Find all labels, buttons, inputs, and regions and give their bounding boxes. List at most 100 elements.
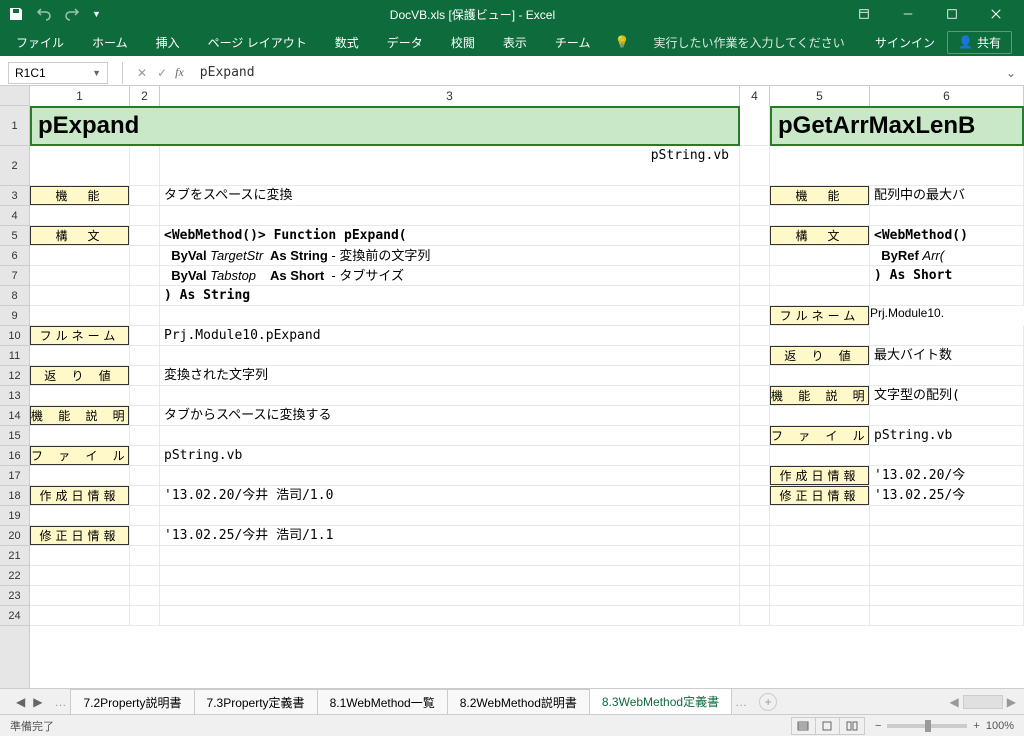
row-header[interactable]: 3 bbox=[0, 186, 29, 206]
row-header[interactable]: 9 bbox=[0, 306, 29, 326]
cell[interactable] bbox=[740, 366, 770, 386]
tab-nav-prev-icon[interactable]: ◀ bbox=[16, 695, 25, 709]
tab-more-icon[interactable]: … bbox=[50, 695, 70, 709]
share-button[interactable]: 👤共有 bbox=[947, 31, 1012, 54]
row-header[interactable]: 20 bbox=[0, 526, 29, 546]
cancel-icon[interactable]: ✕ bbox=[137, 66, 147, 80]
maximize-icon[interactable] bbox=[932, 2, 972, 26]
cell[interactable] bbox=[130, 406, 160, 426]
cell[interactable] bbox=[870, 286, 1024, 306]
sheet-tab-active[interactable]: 8.3WebMethod定義書 bbox=[589, 688, 732, 716]
cell[interactable] bbox=[870, 606, 1024, 626]
row-header[interactable]: 16 bbox=[0, 446, 29, 466]
cell[interactable] bbox=[740, 426, 770, 446]
cell[interactable] bbox=[740, 526, 770, 546]
cell[interactable] bbox=[870, 546, 1024, 566]
zoom-slider[interactable] bbox=[887, 724, 967, 728]
koubun-r1[interactable]: <WebMethod() bbox=[870, 226, 1024, 246]
kaerichi-value[interactable]: 変換された文字列 bbox=[160, 366, 740, 386]
kinou-value-r[interactable]: 配列中の最大バ bbox=[870, 186, 1024, 206]
sheet-tab[interactable]: 8.1WebMethod一覧 bbox=[317, 689, 448, 715]
cell[interactable] bbox=[870, 526, 1024, 546]
cell[interactable] bbox=[130, 486, 160, 506]
cell[interactable] bbox=[870, 566, 1024, 586]
row-header[interactable]: 12 bbox=[0, 366, 29, 386]
cell[interactable] bbox=[740, 326, 770, 346]
cell[interactable] bbox=[30, 586, 130, 606]
cell[interactable] bbox=[160, 566, 740, 586]
cell[interactable] bbox=[30, 206, 130, 226]
cell[interactable] bbox=[130, 466, 160, 486]
cell[interactable] bbox=[130, 606, 160, 626]
name-box[interactable]: R1C1 ▼ bbox=[8, 62, 108, 84]
col-header[interactable]: 1 bbox=[30, 86, 130, 106]
cell[interactable] bbox=[160, 586, 740, 606]
cell[interactable] bbox=[740, 506, 770, 526]
col-header[interactable]: 2 bbox=[130, 86, 160, 106]
enter-icon[interactable]: ✓ bbox=[157, 66, 167, 80]
cell[interactable] bbox=[770, 286, 870, 306]
cell[interactable] bbox=[30, 146, 130, 186]
row-header[interactable]: 8 bbox=[0, 286, 29, 306]
fx-icon[interactable]: fx bbox=[175, 65, 184, 80]
cell[interactable] bbox=[770, 266, 870, 286]
cell[interactable] bbox=[130, 366, 160, 386]
filename-r[interactable]: pString.vb bbox=[870, 426, 1024, 446]
cell[interactable] bbox=[770, 406, 870, 426]
setsumei-r[interactable]: 文字型の配列( bbox=[870, 386, 1024, 406]
kaerichi-r[interactable]: 最大バイト数 bbox=[870, 346, 1024, 366]
add-sheet-button[interactable]: + bbox=[759, 693, 777, 711]
horizontal-scrollbar[interactable] bbox=[963, 695, 1003, 709]
shusei-r[interactable]: '13.02.25/今 bbox=[870, 486, 1024, 506]
row-header[interactable]: 4 bbox=[0, 206, 29, 226]
cell[interactable] bbox=[740, 286, 770, 306]
cell[interactable] bbox=[130, 546, 160, 566]
cell[interactable] bbox=[870, 206, 1024, 226]
cell[interactable] bbox=[870, 586, 1024, 606]
row-header[interactable]: 11 bbox=[0, 346, 29, 366]
cell[interactable] bbox=[740, 386, 770, 406]
cell[interactable] bbox=[130, 566, 160, 586]
cell[interactable] bbox=[130, 286, 160, 306]
koubun-line4[interactable]: ) As String bbox=[160, 286, 740, 306]
cell[interactable] bbox=[160, 546, 740, 566]
cell[interactable] bbox=[770, 146, 1024, 186]
row-header[interactable]: 24 bbox=[0, 606, 29, 626]
cell[interactable] bbox=[870, 406, 1024, 426]
cell[interactable] bbox=[770, 246, 870, 266]
sheet-tab[interactable]: 7.2Property説明書 bbox=[70, 689, 194, 715]
select-all-corner[interactable] bbox=[0, 86, 30, 106]
tab-formulas[interactable]: 数式 bbox=[331, 34, 363, 51]
tab-data[interactable]: データ bbox=[383, 34, 427, 51]
cell[interactable] bbox=[30, 386, 130, 406]
cell[interactable] bbox=[770, 606, 870, 626]
koubun-r3[interactable]: ) As Short bbox=[870, 266, 1024, 286]
filename-value[interactable]: pString.vb bbox=[160, 446, 740, 466]
cell[interactable] bbox=[30, 286, 130, 306]
tab-file[interactable]: ファイル bbox=[12, 34, 68, 51]
tab-home[interactable]: ホーム bbox=[88, 34, 132, 51]
cell[interactable] bbox=[740, 546, 770, 566]
cell[interactable] bbox=[740, 266, 770, 286]
cell[interactable] bbox=[160, 386, 740, 406]
redo-icon[interactable] bbox=[64, 6, 80, 22]
col-header[interactable]: 4 bbox=[740, 86, 770, 106]
title-cell-left[interactable]: pExpand bbox=[30, 106, 740, 146]
cell[interactable] bbox=[160, 466, 740, 486]
cell[interactable] bbox=[130, 506, 160, 526]
cell[interactable] bbox=[870, 506, 1024, 526]
cell[interactable] bbox=[130, 146, 160, 186]
cell[interactable] bbox=[130, 386, 160, 406]
setsumei-value[interactable]: タブからスペースに変換する bbox=[160, 406, 740, 426]
cell[interactable] bbox=[130, 326, 160, 346]
cell[interactable] bbox=[160, 306, 740, 326]
undo-icon[interactable] bbox=[36, 6, 52, 22]
row-header[interactable]: 18 bbox=[0, 486, 29, 506]
row-header[interactable]: 10 bbox=[0, 326, 29, 346]
cell[interactable] bbox=[770, 566, 870, 586]
row-header[interactable]: 5 bbox=[0, 226, 29, 246]
cell[interactable] bbox=[160, 426, 740, 446]
col-header[interactable]: 5 bbox=[770, 86, 870, 106]
cell[interactable] bbox=[30, 426, 130, 446]
tab-nav-next-icon[interactable]: ▶ bbox=[33, 695, 42, 709]
